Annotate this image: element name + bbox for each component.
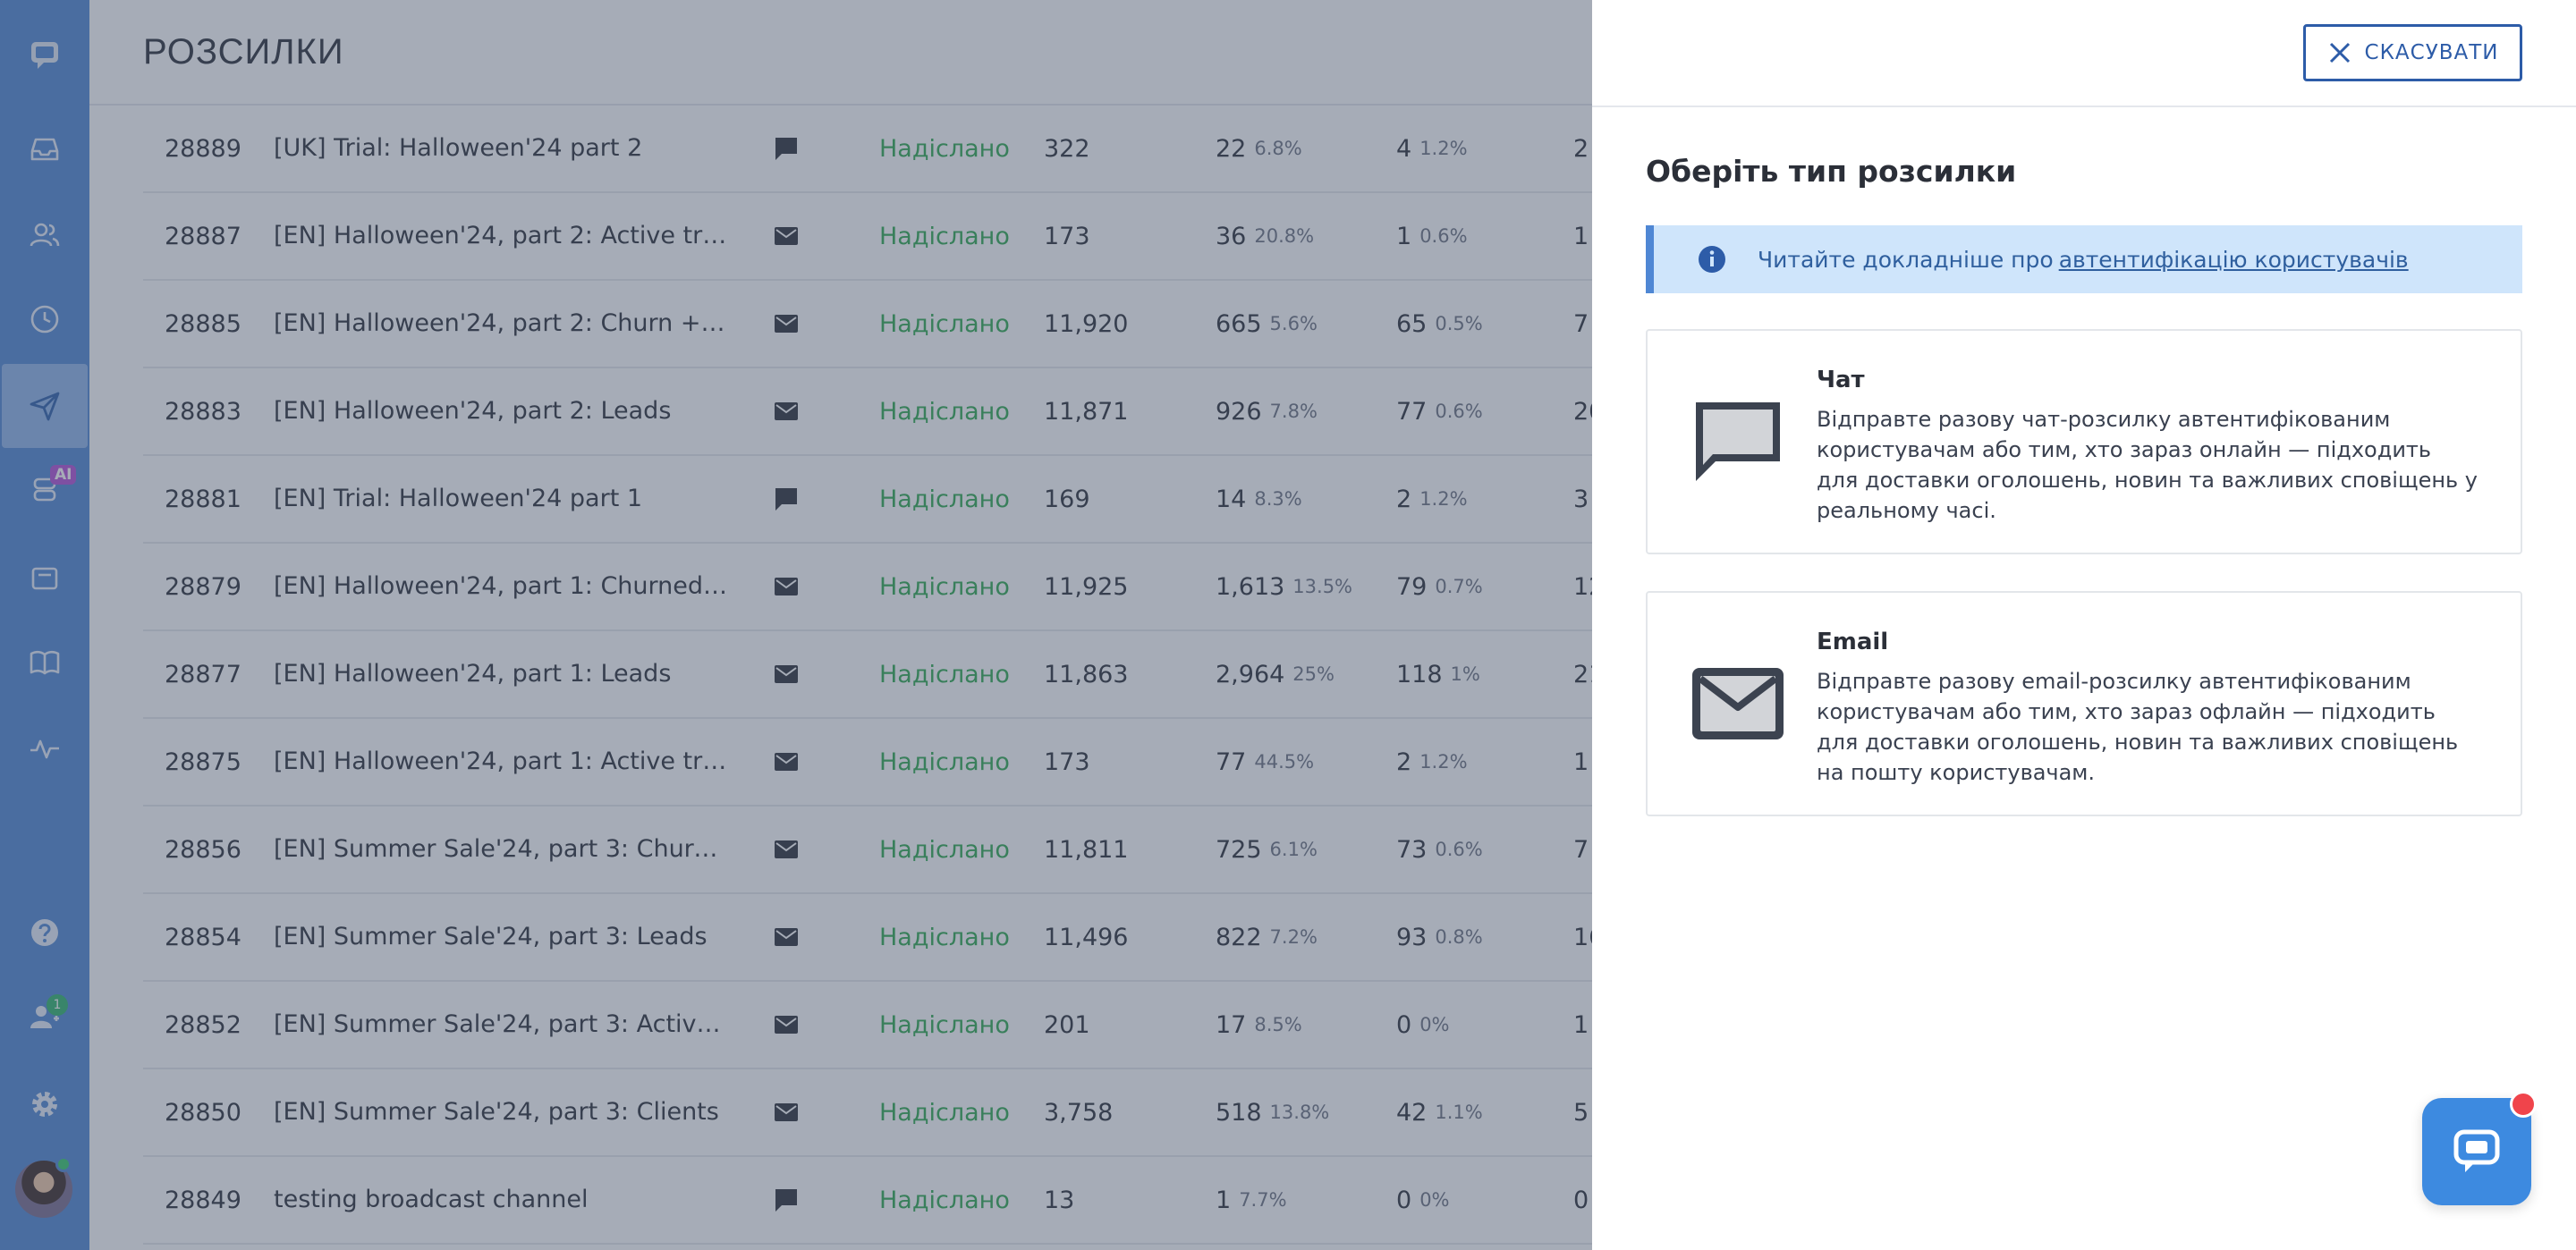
- option-email-title: Email: [1817, 629, 1889, 655]
- option-email-card[interactable]: Email Відправте разову email-розсилку ав…: [1646, 591, 2522, 816]
- notification-dot: [2510, 1091, 2537, 1118]
- option-chat-card[interactable]: Чат Відправте разову чат-розсилку автент…: [1646, 329, 2522, 554]
- option-chat-description: Відправте разову чат-розсилку автентифік…: [1817, 407, 2479, 523]
- info-text: Читайте докладніше про автентифікацію кор…: [1758, 247, 2409, 273]
- option-chat-title: Чат: [1817, 367, 1865, 393]
- envelope-icon: [1692, 668, 1784, 739]
- panel-header: СКАСУВАТИ: [1592, 0, 2576, 107]
- cancel-button-label: СКАСУВАТИ: [2364, 41, 2499, 64]
- broadcast-type-panel: СКАСУВАТИ Оберіть тип розсилки Читайте д…: [1592, 0, 2576, 1250]
- info-icon: [1699, 246, 1725, 273]
- support-chat-icon: [2453, 1129, 2500, 1172]
- chat-bubble-icon: [1696, 402, 1780, 481]
- close-icon: [2329, 42, 2350, 63]
- option-email-description: Відправте разову email-розсилку автентиф…: [1817, 669, 2459, 785]
- auth-docs-link[interactable]: автентифікацію користувачів: [2059, 247, 2409, 273]
- modal-backdrop[interactable]: [0, 0, 1592, 1250]
- info-text-prefix: Читайте докладніше про: [1758, 246, 2054, 273]
- panel-heading: Оберіть тип розсилки: [1646, 154, 2017, 189]
- info-banner: Читайте докладніше про автентифікацію кор…: [1646, 225, 2522, 293]
- cancel-button[interactable]: СКАСУВАТИ: [2303, 24, 2522, 81]
